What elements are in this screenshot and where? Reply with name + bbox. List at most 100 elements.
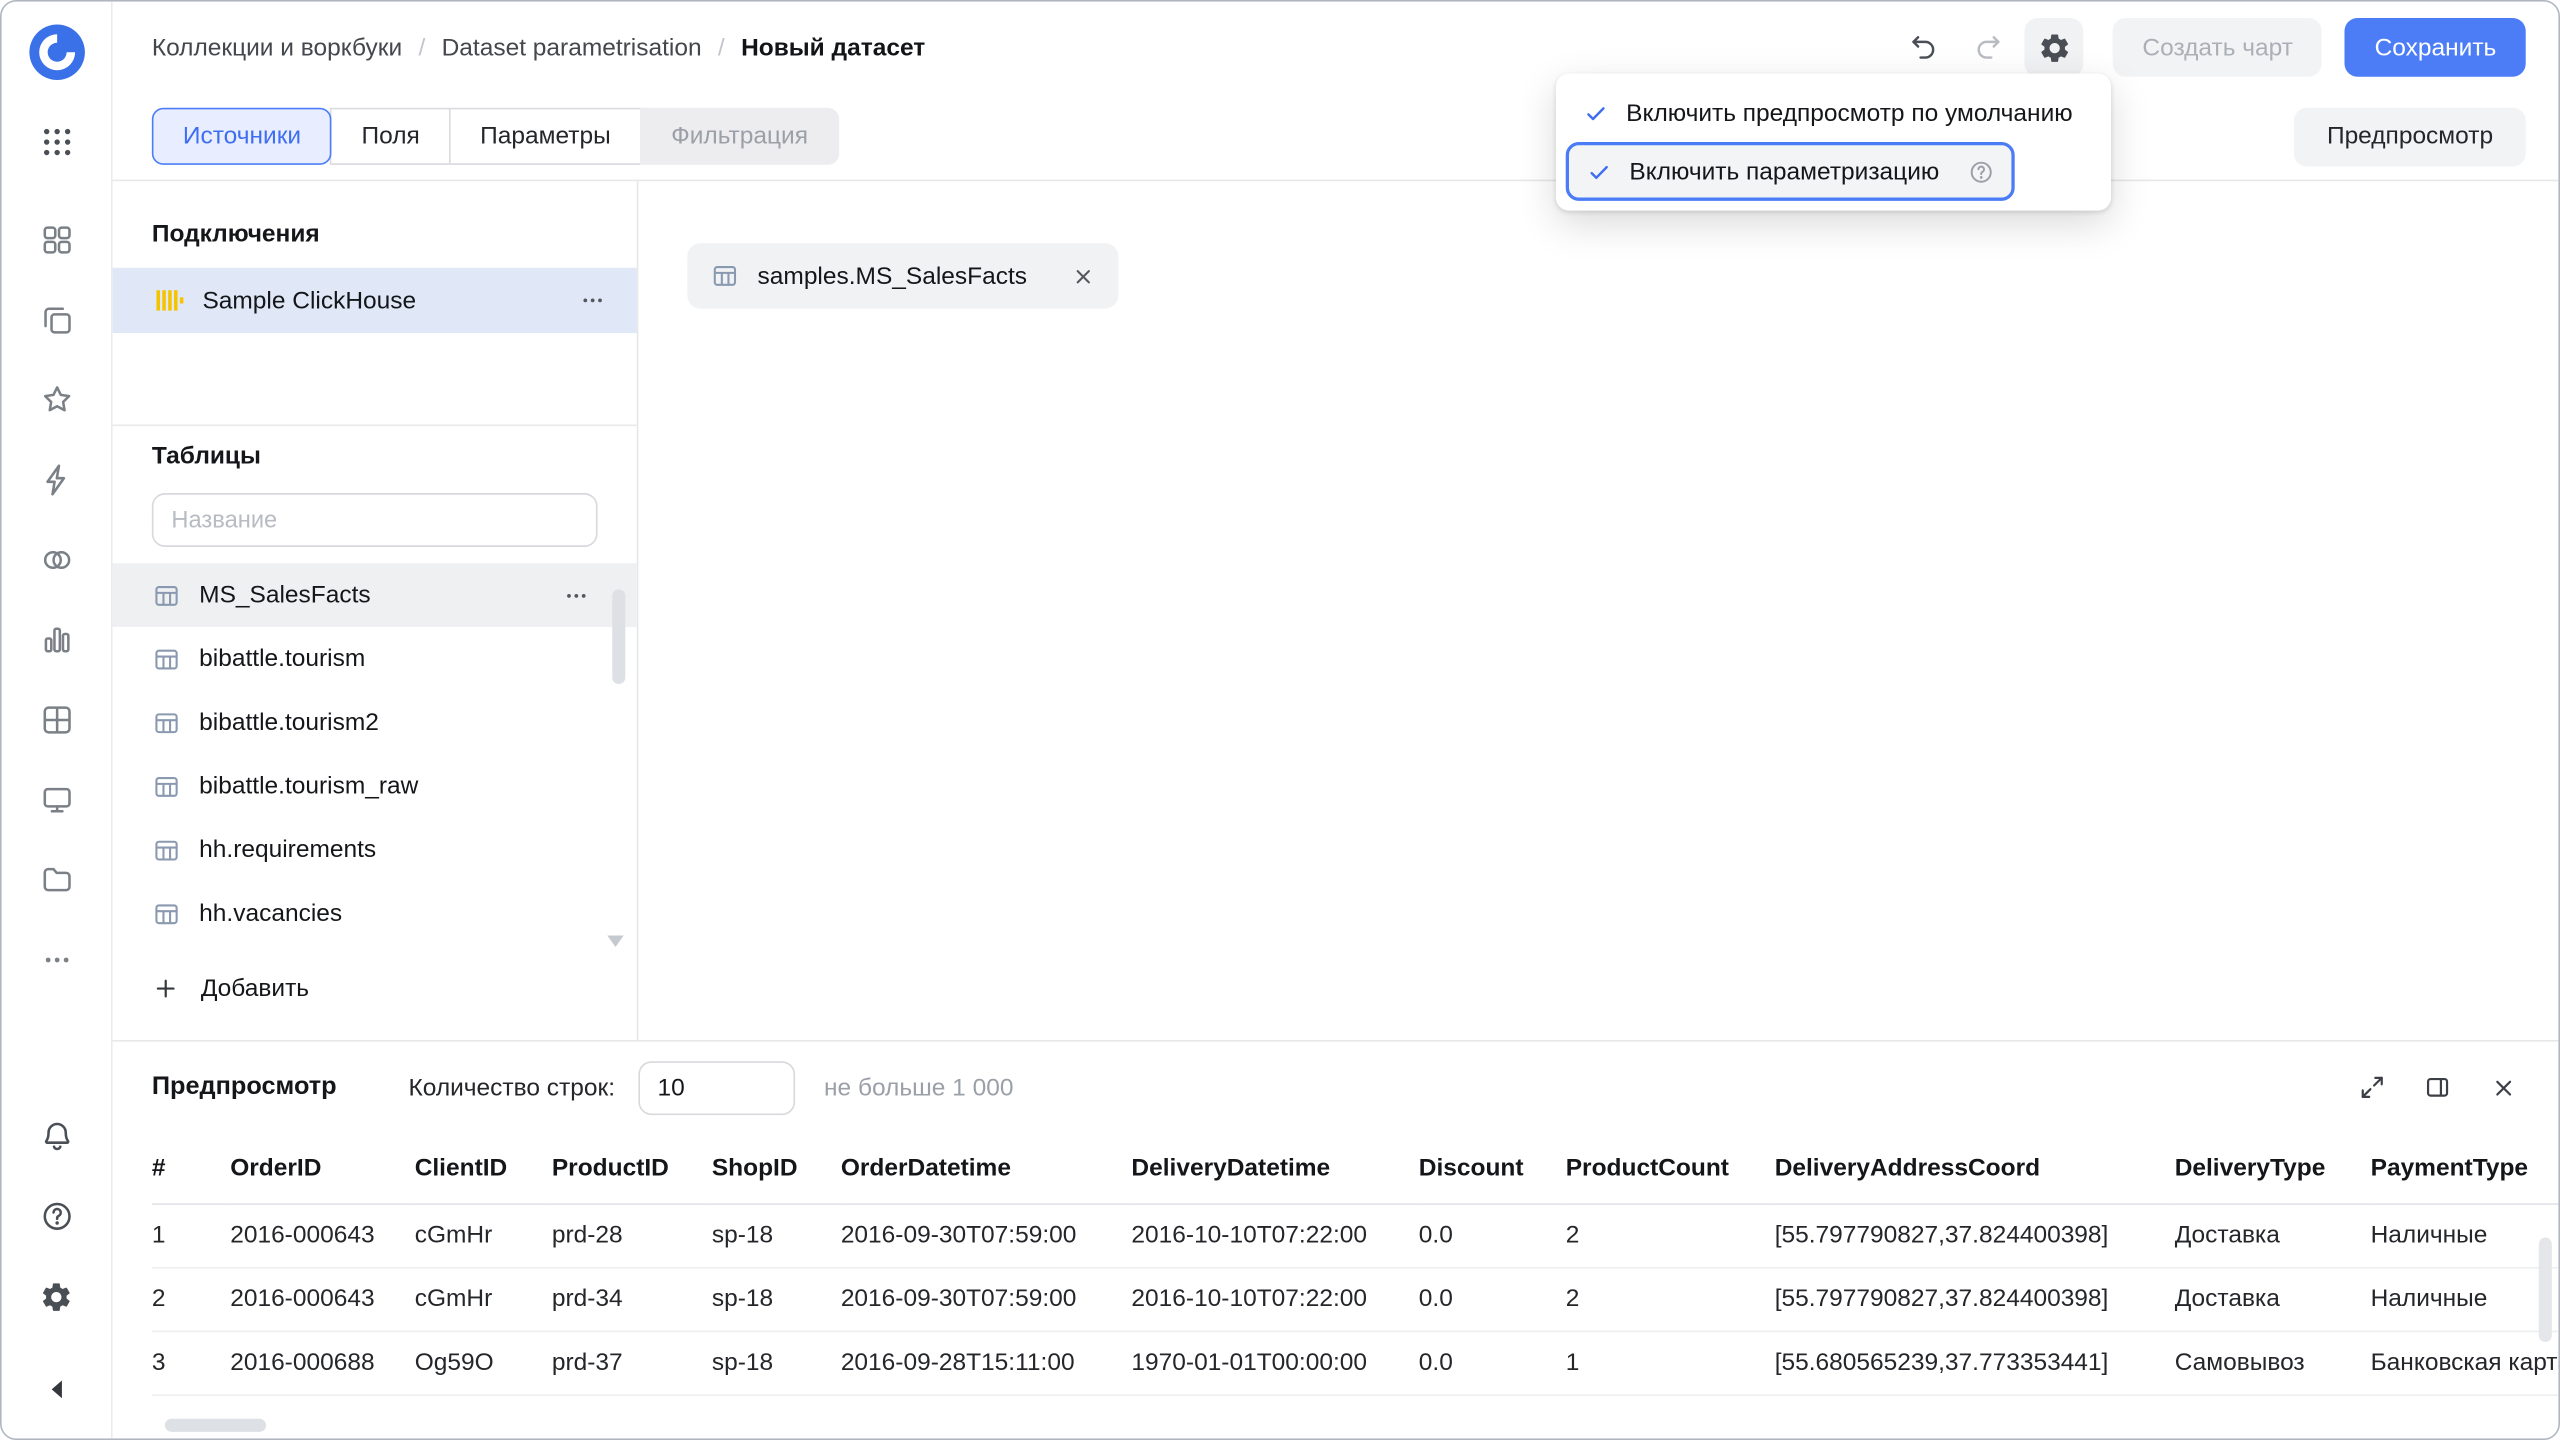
- nav-connections[interactable]: [20, 524, 92, 596]
- preview-row: 2 2016-000643 cGmHr prd-34 sp-18 2016-09…: [152, 1267, 2559, 1331]
- nav-tiles[interactable]: [20, 204, 92, 276]
- clickhouse-icon: [152, 284, 185, 317]
- preview-row: 3 2016-000688 Og59O prd-37 sp-18 2016-09…: [152, 1331, 2559, 1395]
- preview-cell: 3: [152, 1331, 230, 1395]
- tab-filtering[interactable]: Фильтрация: [640, 108, 839, 165]
- table-search-input[interactable]: [152, 493, 598, 547]
- source-chip[interactable]: samples.MS_SalesFacts: [687, 243, 1118, 308]
- nav-collections[interactable]: [20, 284, 92, 356]
- row-count-hint: не больше 1 000: [824, 1073, 1013, 1101]
- notifications-button[interactable]: [20, 1100, 92, 1172]
- menu-item-enable-parametrisation[interactable]: Включить параметризацию: [1566, 142, 2015, 201]
- table-item-hh-requirements[interactable]: hh.requirements: [113, 818, 637, 882]
- split-panel-icon: [2423, 1073, 2452, 1102]
- parametrisation-help-button[interactable]: [1967, 158, 1995, 186]
- tab-parameters[interactable]: Параметры: [449, 108, 642, 165]
- table-icon: [152, 835, 181, 864]
- bell-icon: [38, 1118, 74, 1154]
- nav-charts[interactable]: [20, 604, 92, 676]
- column-header: DeliveryType: [2175, 1133, 2371, 1203]
- create-chart-button[interactable]: Создать чарт: [2113, 18, 2322, 77]
- tab-sources[interactable]: Источники: [152, 108, 332, 165]
- dock-preview-button[interactable]: [2411, 1061, 2463, 1113]
- save-button[interactable]: Сохранить: [2345, 18, 2525, 77]
- dataset-tabs: Источники Поля Параметры Фильтрация: [152, 108, 839, 165]
- table-item-label: MS_SalesFacts: [199, 581, 371, 609]
- table-item-hh-vacancies[interactable]: hh.vacancies: [113, 882, 637, 946]
- lightning-icon: [38, 462, 74, 498]
- preview-cell: 2016-10-10T07:22:00: [1131, 1203, 1418, 1267]
- menu-item-enable-preview-default[interactable]: Включить предпросмотр по умолчанию: [1566, 83, 2102, 142]
- preview-cell: [55.797790827,37.824400398]: [1775, 1203, 2175, 1267]
- close-preview-button[interactable]: [2477, 1061, 2529, 1113]
- table-item-bibattle-tourism[interactable]: bibattle.tourism: [113, 627, 637, 691]
- ellipsis-icon: [578, 286, 607, 315]
- preview-cell: prd-28: [552, 1203, 712, 1267]
- row-count-input[interactable]: [638, 1060, 795, 1114]
- preview-row: 1 2016-000643 cGmHr prd-28 sp-18 2016-09…: [152, 1203, 2559, 1267]
- undo-button[interactable]: [1894, 18, 1953, 77]
- breadcrumb-workbook[interactable]: Dataset parametrisation: [442, 33, 702, 61]
- apps-grid-button[interactable]: [20, 106, 92, 178]
- main-area: Коллекции и воркбуки / Dataset parametri…: [113, 2, 2559, 1439]
- connection-menu-button[interactable]: [578, 286, 607, 315]
- sources-side-panel: Подключения Sample ClickHouse: [113, 181, 639, 1040]
- apps-grid-icon: [38, 124, 74, 160]
- tables-scrollbar-thumb[interactable]: [612, 589, 625, 684]
- table-icon: [152, 644, 181, 673]
- remove-source-button[interactable]: [1071, 264, 1095, 288]
- tab-fields[interactable]: Поля: [330, 108, 450, 165]
- preview-title: Предпросмотр: [152, 1073, 337, 1102]
- preview-cell: Самовывоз: [2175, 1331, 2371, 1395]
- plus-icon: [152, 974, 180, 1002]
- scroll-down-caret[interactable]: [607, 936, 623, 947]
- left-rail: [2, 2, 113, 1439]
- nav-favorites[interactable]: [20, 364, 92, 436]
- settings-dropdown-menu: Включить предпросмотр по умолчанию Включ…: [1556, 73, 2111, 210]
- nav-more[interactable]: [20, 924, 92, 996]
- add-table-button[interactable]: Добавить: [113, 955, 349, 1020]
- help-button[interactable]: [20, 1180, 92, 1252]
- preview-horizontal-scrollbar-thumb[interactable]: [165, 1419, 266, 1432]
- content-row: Подключения Sample ClickHouse: [113, 181, 2559, 1040]
- breadcrumb-separator: /: [718, 33, 725, 61]
- table-item-ms-salesfacts[interactable]: MS_SalesFacts: [113, 563, 637, 627]
- breadcrumb: Коллекции и воркбуки / Dataset parametri…: [152, 33, 925, 61]
- column-header: ProductID: [552, 1133, 712, 1203]
- table-item-bibattle-tourism2[interactable]: bibattle.tourism2: [113, 691, 637, 755]
- dataset-settings-button[interactable]: [2025, 18, 2084, 77]
- nav-files[interactable]: [20, 844, 92, 916]
- check-icon: [1585, 158, 1613, 186]
- tables-list: MS_SalesFacts bibattle.tourism: [113, 563, 637, 945]
- toggle-preview-button[interactable]: Предпросмотр: [2294, 107, 2525, 166]
- datalens-logo[interactable]: [22, 18, 91, 87]
- collapse-sidebar-button[interactable]: [20, 1353, 92, 1425]
- preview-vertical-scrollbar-thumb[interactable]: [2539, 1238, 2552, 1342]
- preview-cell: [55.680565239,37.773353441]: [1775, 1331, 2175, 1395]
- nav-dashboards[interactable]: [20, 764, 92, 836]
- table-item-bibattle-tourism-raw[interactable]: bibattle.tourism_raw: [113, 754, 637, 818]
- nav-datasets[interactable]: [20, 684, 92, 756]
- rail-settings-button[interactable]: [20, 1260, 92, 1332]
- expand-preview-button[interactable]: [2346, 1061, 2398, 1113]
- preview-actions: [2346, 1061, 2529, 1113]
- preview-cell: 2016-000643: [230, 1267, 414, 1331]
- tiles-icon: [38, 222, 74, 258]
- add-table-label: Добавить: [201, 974, 309, 1002]
- preview-cell: [55.797790827,37.824400398]: [1775, 1267, 2175, 1331]
- preview-table-wrap: # OrderID ClientID ProductID ShopID Orde…: [113, 1133, 2559, 1438]
- column-header: ClientID: [415, 1133, 552, 1203]
- preview-cell: cGmHr: [415, 1267, 552, 1331]
- table-menu-button[interactable]: [562, 580, 591, 609]
- breadcrumb-separator: /: [418, 33, 425, 61]
- stage: Коллекции и воркбуки / Dataset parametri…: [0, 0, 2560, 1440]
- redo-button[interactable]: [1960, 18, 2019, 77]
- connection-item[interactable]: Sample ClickHouse: [113, 268, 637, 333]
- tables-scrollbar: [612, 589, 625, 924]
- preview-cell: cGmHr: [415, 1203, 552, 1267]
- breadcrumb-collections[interactable]: Коллекции и воркбуки: [152, 33, 402, 61]
- tables-title: Таблицы: [113, 442, 637, 470]
- table-item-label: hh.requirements: [199, 836, 376, 864]
- nav-operations[interactable]: [20, 444, 92, 516]
- column-header: ProductCount: [1566, 1133, 1775, 1203]
